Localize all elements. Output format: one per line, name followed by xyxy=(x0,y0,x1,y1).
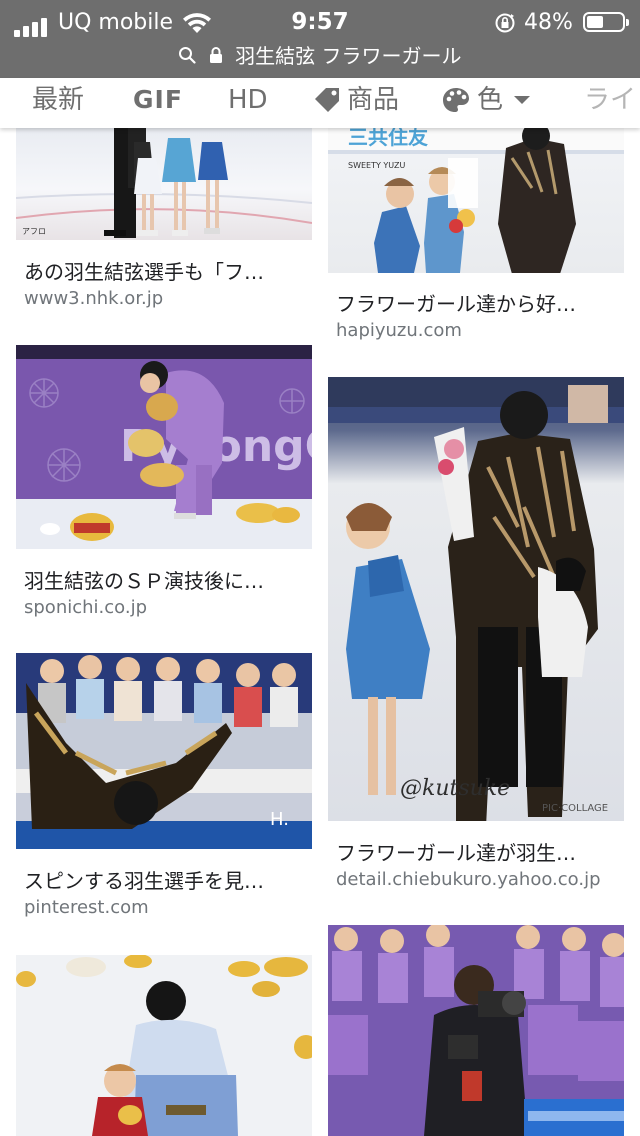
status-bar: UQ mobile 9:57 48% 羽生結弦 フラワーガール xyxy=(0,0,640,78)
result-caption[interactable]: 羽生結弦のＳＰ演技後に… xyxy=(24,565,308,594)
filter-color[interactable]: 色 xyxy=(441,78,539,122)
watermark: @kutsuke xyxy=(400,776,510,801)
filter-more-label: ライ xyxy=(584,85,637,115)
banner-text: 三共住友 xyxy=(348,128,428,149)
result-caption[interactable]: スピンする羽生選手を見… xyxy=(24,865,308,894)
result-source: sponichi.co.jp xyxy=(24,597,147,618)
result-thumbnail[interactable]: 三共住友 SWEETY YUZU xyxy=(328,128,624,273)
skaters-image: 三共住友 SWEETY YUZU xyxy=(328,128,624,273)
result-caption[interactable]: フラワーガール達から好… xyxy=(336,288,620,317)
battery-icon xyxy=(583,12,629,32)
result-source: hapiyuzu.com xyxy=(336,320,462,341)
skater-plush-image xyxy=(16,955,312,1136)
skater-plush-image: PyeongCh xyxy=(16,345,312,549)
url-bar[interactable]: 羽生結弦 フラワーガール xyxy=(0,40,640,69)
filter-latest-label: 最新 xyxy=(32,85,85,115)
result-card[interactable]: @kutsuke PIC·COLLAGE フラワーガール達が羽生… detail… xyxy=(328,377,624,897)
filter-gif[interactable]: GIF xyxy=(133,78,183,122)
filter-product[interactable]: 商品 xyxy=(313,78,399,122)
result-caption[interactable]: あの羽生結弦選手も「フ… xyxy=(24,256,308,285)
tag-icon xyxy=(315,88,339,112)
result-card[interactable]: H. スピンする羽生選手を見… pinterest.com xyxy=(16,653,312,933)
search-icon xyxy=(179,46,197,64)
result-source: detail.chiebukuro.yahoo.co.jp xyxy=(336,869,601,890)
skaters-hug-image: @kutsuke PIC·COLLAGE xyxy=(328,377,624,821)
battery-percent: 48% xyxy=(524,10,573,35)
result-thumbnail[interactable]: アフロ xyxy=(16,128,312,240)
result-thumbnail[interactable] xyxy=(328,925,624,1136)
watermark: アフロ xyxy=(22,227,46,236)
skaters-image: アフロ xyxy=(16,128,312,238)
watermark: SWEETY YUZU xyxy=(348,161,405,170)
filter-hd[interactable]: HD xyxy=(228,78,268,122)
filter-gif-label: GIF xyxy=(133,85,183,114)
result-card[interactable]: PyeongCh 羽生結弦のＳＰ演技後に… sponichi.co.jp xyxy=(16,345,312,625)
watermark-2: PIC·COLLAGE xyxy=(542,803,608,814)
result-card[interactable] xyxy=(328,925,624,1136)
result-thumbnail[interactable]: @kutsuke PIC·COLLAGE xyxy=(328,377,624,821)
filter-more[interactable]: ライ xyxy=(584,78,636,122)
result-caption[interactable]: フラワーガール達が羽生… xyxy=(336,837,620,866)
filter-hd-label: HD xyxy=(228,85,268,115)
result-source: www3.nhk.or.jp xyxy=(24,288,164,309)
filter-latest[interactable]: 最新 xyxy=(32,78,84,122)
chevron-down-icon xyxy=(514,96,531,104)
result-thumbnail[interactable] xyxy=(16,955,312,1136)
filter-color-label: 色 xyxy=(477,85,504,115)
result-card[interactable]: 三共住友 SWEETY YUZU フラワーガール達から好… hapiyuzu.c… xyxy=(328,128,624,350)
palette-icon xyxy=(443,88,469,112)
spin-skater-image: H. xyxy=(16,653,312,849)
image-results-grid: アフロ あの羽生結弦選手も「フ… www3.nhk.or.jp 三共住友 SWE… xyxy=(0,128,640,1136)
result-source: pinterest.com xyxy=(24,897,149,918)
photographer-image xyxy=(328,925,624,1136)
result-thumbnail[interactable]: PyeongCh xyxy=(16,345,312,549)
filter-chip-bar: 最新 GIF HD 商品 色 ライ xyxy=(0,78,640,128)
watermark: H. xyxy=(270,809,289,830)
search-query: 羽生結弦 フラワーガール xyxy=(235,44,462,68)
result-card[interactable] xyxy=(16,955,312,1136)
filter-product-label: 商品 xyxy=(347,85,400,115)
result-thumbnail[interactable]: H. xyxy=(16,653,312,849)
orientation-lock-icon xyxy=(495,13,515,33)
lock-icon xyxy=(209,46,222,63)
result-card[interactable]: アフロ あの羽生結弦選手も「フ… www3.nhk.or.jp xyxy=(16,128,312,318)
